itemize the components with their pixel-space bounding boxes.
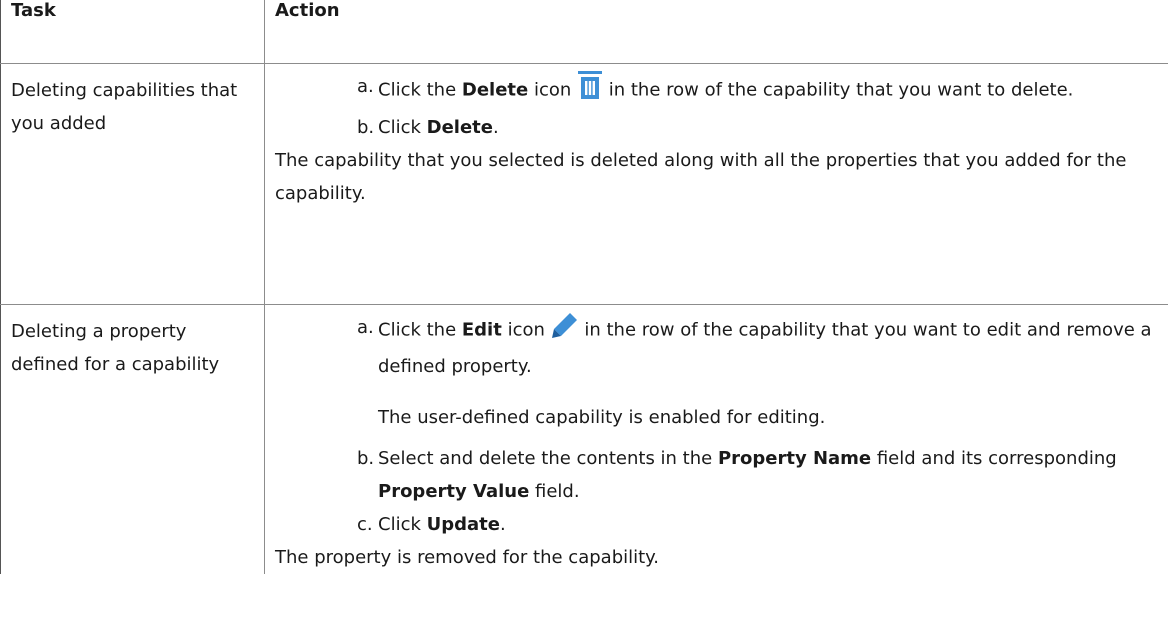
step-text: field. xyxy=(529,481,580,502)
step-letter: b. xyxy=(357,117,375,138)
step-text: field and its corresponding xyxy=(871,448,1117,469)
task-cell: Deleting a property defined for a capabi… xyxy=(0,304,265,574)
ui-term: Update xyxy=(426,514,500,535)
step-item: b. Click Delete. xyxy=(275,111,1158,144)
ui-term: Property Name xyxy=(717,448,872,469)
step-text: icon xyxy=(528,79,572,101)
ui-term: Delete xyxy=(461,79,529,101)
step-letter: b. xyxy=(357,448,375,469)
step-item: b. Select and delete the contents in the … xyxy=(275,442,1158,508)
table-row: Deleting capabilities that you added a. C… xyxy=(0,63,1168,305)
pencil-icon xyxy=(551,311,579,350)
ui-term: Edit xyxy=(461,319,502,341)
step-letter: a. xyxy=(357,317,374,338)
task-cell: Deleting capabilities that you added xyxy=(0,63,265,305)
step-item: c. Click Update. xyxy=(275,508,1158,541)
table-header-row: Task Action xyxy=(0,0,1168,64)
task-action-table: Task Action Deleting capabilities that y… xyxy=(0,0,1168,574)
task-column-header: Task xyxy=(0,0,265,64)
step-text: . xyxy=(492,117,499,138)
table-row: Deleting a property defined for a capabi… xyxy=(0,304,1168,574)
step-list: a. Click the Delete icon in the row of th… xyxy=(275,70,1158,144)
step-text: Select and delete the contents in the xyxy=(378,448,718,469)
step-letter: a. xyxy=(357,76,374,97)
step-text: in the row of the capability that you wa… xyxy=(603,79,1074,101)
trash-icon xyxy=(577,70,603,111)
result-text: The property is removed for the capabili… xyxy=(275,547,659,568)
ui-term: Delete xyxy=(426,117,493,138)
action-cell: a. Click the Delete icon in the row of th… xyxy=(264,63,1168,305)
step-note: The user-defined capability is enabled f… xyxy=(378,407,826,428)
step-text: Click the xyxy=(378,79,462,101)
result-text: The capability that you selected is dele… xyxy=(275,150,1127,204)
action-cell: a. Click the Edit icon in the row of the … xyxy=(264,304,1168,574)
step-text: icon xyxy=(501,319,545,341)
step-text: Click xyxy=(378,514,427,535)
step-letter: c. xyxy=(357,514,373,535)
ui-term: Property Value xyxy=(378,481,530,502)
step-text: . xyxy=(499,514,506,535)
action-column-header: Action xyxy=(264,0,1168,64)
step-text: Click the xyxy=(378,319,462,341)
step-item: a. Click the Edit icon in the row of the … xyxy=(275,311,1158,442)
step-text: Click xyxy=(378,117,427,138)
step-item: a. Click the Delete icon in the row of th… xyxy=(275,70,1158,111)
step-list: a. Click the Edit icon in the row of the … xyxy=(275,311,1158,541)
